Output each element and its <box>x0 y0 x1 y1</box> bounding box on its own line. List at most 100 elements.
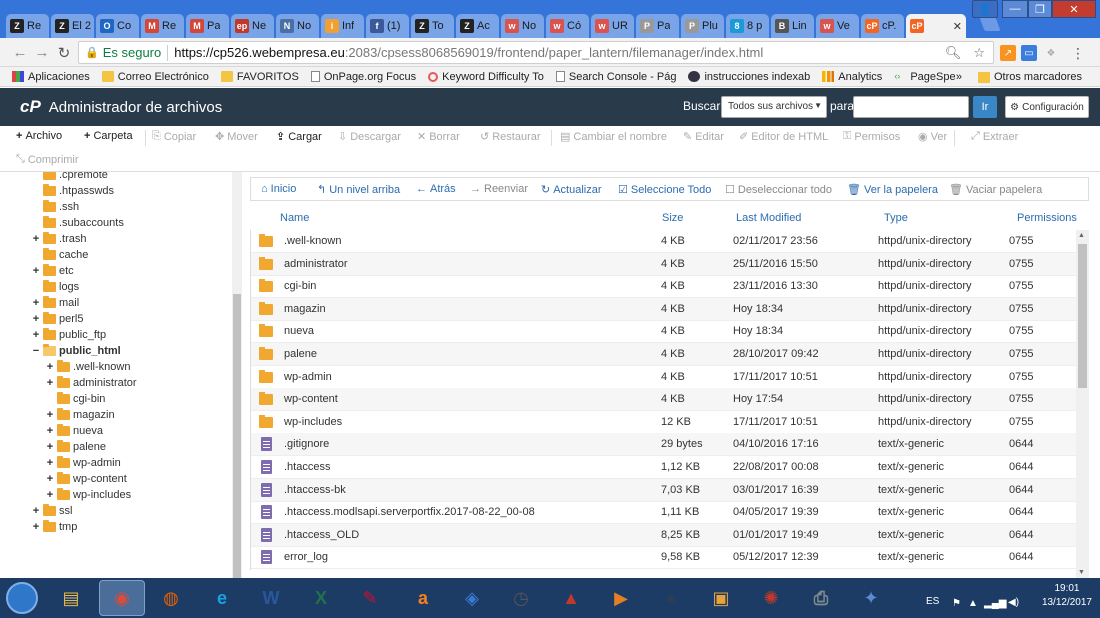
bookmark-item[interactable]: Correo Electrónico <box>101 71 209 83</box>
toolbar-carpeta-button[interactable]: + Carpeta <box>84 130 133 142</box>
bookmark-item[interactable]: FAVORITOS <box>220 71 299 83</box>
bookmark-item[interactable]: Keyword Difficulty To <box>428 71 544 83</box>
user-icon[interactable]: 👤 <box>972 0 998 18</box>
taskbar-avast-icon[interactable]: a <box>408 583 438 613</box>
tree-item[interactable]: + tmp <box>32 520 77 533</box>
taskbar-app14-icon[interactable]: ▣ <box>706 583 736 613</box>
toolbar-extraer-button[interactable]: ⤢ Extraer <box>971 130 1018 143</box>
volume-icon[interactable]: ◀) <box>1008 597 1019 608</box>
toolbar-descargar-button[interactable]: ⇩ Descargar <box>338 130 401 144</box>
taskbar-chrome-icon[interactable]: ◉ <box>99 580 145 616</box>
tree-item[interactable]: + perl5 <box>32 312 83 325</box>
toolbar-borrar-button[interactable]: ✕ Borrar <box>417 130 460 144</box>
back-icon[interactable]: ← <box>12 44 28 61</box>
minimize-button[interactable]: — <box>1002 0 1028 18</box>
tree-toggle-icon[interactable]: + <box>32 329 40 341</box>
browser-tab[interactable]: Z Re <box>6 14 49 38</box>
browser-tab[interactable]: w Ve <box>816 14 859 38</box>
taskbar-clock-icon[interactable]: ◷ <box>506 583 536 613</box>
url-bar[interactable]: 🔒 Es seguro https://cp526.webempresa.eu:… <box>78 41 994 64</box>
tree-item[interactable]: logs <box>32 280 79 293</box>
bookmark-item[interactable]: Search Console - Pág <box>555 71 676 83</box>
toolbar-editor-de-html-button[interactable]: ✐ Editor de HTML <box>739 130 828 144</box>
table-row[interactable]: administrator 4 KB 25/11/2016 15:50 httpd/u… <box>251 252 1076 276</box>
taskbar-player-icon[interactable]: ▶ <box>606 583 636 613</box>
col-type-header[interactable]: Type <box>884 212 908 224</box>
search-scope-select[interactable]: Todos sus archivos ▼ <box>721 96 827 118</box>
tree-toggle-icon[interactable]: + <box>32 233 40 245</box>
tree-item[interactable]: − public_html <box>32 344 121 357</box>
reload-icon[interactable]: ↻ <box>56 44 72 62</box>
table-row[interactable]: error_log 9,58 KB 05/12/2017 12:39 text/x-g… <box>251 546 1076 570</box>
tray-arrow-icon[interactable]: ▲ <box>968 598 978 609</box>
tree-item[interactable]: + .trash <box>32 232 87 245</box>
tree-item[interactable]: + mail <box>32 296 79 309</box>
tree-toggle-icon[interactable]: + <box>32 505 40 517</box>
col-permissions-header[interactable]: Permissions <box>1017 212 1077 224</box>
taskbar-app15-icon[interactable]: ✺ <box>756 583 786 613</box>
tree-scrollbar-thumb[interactable] <box>233 294 241 578</box>
taskbar-app13-icon[interactable]: ● <box>656 583 686 613</box>
dropbox-icon[interactable]: ❖ <box>1043 45 1059 61</box>
browser-tab[interactable]: cP cP. <box>861 14 904 38</box>
network-icon[interactable]: ▂▄▆ <box>984 598 1006 609</box>
tree-item[interactable]: + wp-includes <box>46 488 131 501</box>
bookmark-star-icon[interactable]: ☆ <box>973 45 985 61</box>
other-bookmarks[interactable]: Otros marcadores <box>977 71 1082 83</box>
taskbar-app17-icon[interactable]: ✦ <box>856 583 886 613</box>
browser-tab[interactable]: M Re <box>141 14 184 38</box>
tree-toggle-icon[interactable]: + <box>32 297 40 309</box>
nav-inicio-button[interactable]: ⌂ Inicio <box>261 183 296 195</box>
browser-tab[interactable]: f (1) <box>366 14 409 38</box>
taskbar-app7-icon[interactable]: ✎ <box>355 583 385 613</box>
maximize-button[interactable]: ❐ <box>1028 0 1052 18</box>
nav-deseleccionar-todo-button[interactable]: ☐ Deseleccionar todo <box>725 183 832 197</box>
search-go-button[interactable]: Ir <box>973 96 997 118</box>
close-window-button[interactable]: ✕ <box>1052 0 1096 18</box>
table-row[interactable]: cgi-bin 4 KB 23/11/2016 13:30 httpd/unix-di… <box>251 275 1076 299</box>
tree-item[interactable]: .cpremote <box>32 172 108 181</box>
tree-item[interactable]: .htpasswds <box>32 184 114 197</box>
toolbar-archivo-button[interactable]: + Archivo <box>16 130 62 142</box>
nav-actualizar-button[interactable]: ↻ Actualizar <box>541 183 602 197</box>
tree-item[interactable]: .ssh <box>32 200 79 213</box>
bookmark-item[interactable]: OnPage.org Focus <box>310 71 416 83</box>
tree-item[interactable]: cache <box>32 248 88 261</box>
toolbar-ver-button[interactable]: ◉ Ver <box>918 130 947 144</box>
browser-tab[interactable]: w Có <box>546 14 589 38</box>
taskbar-printer-icon[interactable]: ⎙ <box>806 583 836 613</box>
tree-toggle-icon[interactable]: + <box>46 473 54 485</box>
toolbar-cambiar-el-nombre-button[interactable]: ▤ Cambiar el nombre <box>560 130 667 144</box>
bookmarks-overflow-icon[interactable]: » <box>956 71 962 83</box>
new-tab-button[interactable] <box>979 17 1001 31</box>
table-row[interactable]: .htaccess-bk 7,03 KB 03/01/2017 16:39 text/… <box>251 478 1076 502</box>
cpanel-logo[interactable]: cP <box>20 97 41 117</box>
tree-item[interactable]: cgi-bin <box>46 392 105 405</box>
tree-toggle-icon[interactable]: + <box>46 409 54 421</box>
tree-item[interactable]: + administrator <box>46 376 137 389</box>
language-indicator[interactable]: ES <box>926 596 939 607</box>
extension-analytics-icon[interactable]: ↗ <box>1000 45 1016 61</box>
toolbar-restaurar-button[interactable]: ↺ Restaurar <box>480 130 541 144</box>
browser-tab[interactable]: B Lin <box>771 14 814 38</box>
files-scrollbar[interactable]: ▲ ▼ <box>1076 230 1089 578</box>
table-row[interactable]: .htaccess_OLD 8,25 KB 01/01/2017 19:49 text… <box>251 523 1076 547</box>
taskbar-excel-icon[interactable]: X <box>306 583 336 613</box>
tree-toggle-icon[interactable]: + <box>46 361 54 373</box>
toolbar-permisos-button[interactable]: ⚿ Permisos <box>843 130 900 143</box>
tree-toggle-icon[interactable]: + <box>32 521 40 533</box>
nav-ver-la-papelera-button[interactable]: 🗑 Ver la papelera <box>847 183 938 197</box>
bookmark-item[interactable]: Aplicaciones <box>12 71 90 83</box>
start-button[interactable] <box>6 582 38 614</box>
nav-vaciar-papelera-button[interactable]: 🗑 Vaciar papelera <box>949 183 1042 197</box>
bookmark-item[interactable]: instrucciones indexab <box>688 71 810 83</box>
table-row[interactable]: .htaccess 1,12 KB 22/08/2017 00:08 text/x-g… <box>251 456 1076 479</box>
tree-item[interactable]: + magazin <box>46 408 115 421</box>
browser-tab[interactable]: Z El 2 <box>51 14 94 38</box>
nav-seleccione-todo-button[interactable]: ☑ Seleccione Todo <box>618 183 711 197</box>
tray-flag-icon[interactable]: ⚑ <box>952 598 961 609</box>
search-input[interactable] <box>853 96 969 118</box>
browser-tab[interactable]: cP ✕ <box>906 14 966 38</box>
browser-tab[interactable]: P Pa <box>636 14 679 38</box>
tree-item[interactable]: .subaccounts <box>32 216 124 229</box>
